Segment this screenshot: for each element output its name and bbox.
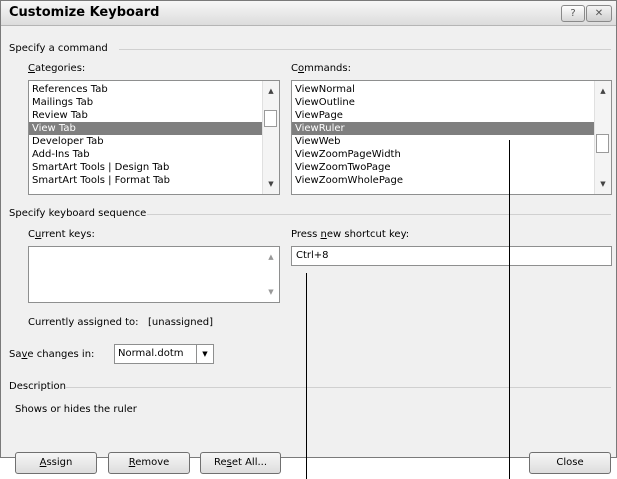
- list-item[interactable]: SmartArt Tools | Format Tab: [29, 174, 279, 187]
- list-item[interactable]: ViewRuler: [292, 122, 611, 135]
- save-changes-select[interactable]: Normal.dotm ▼: [114, 344, 214, 364]
- list-item[interactable]: SmartArt Tools | Design Tab: [29, 161, 279, 174]
- list-item[interactable]: ViewNormal: [292, 83, 611, 96]
- group-divider: [147, 214, 611, 215]
- list-item[interactable]: ViewZoomWholePage: [292, 174, 611, 187]
- list-item[interactable]: ViewPage: [292, 109, 611, 122]
- categories-listbox[interactable]: References Tab Mailings Tab Review Tab View…: [28, 80, 280, 195]
- group-divider: [119, 49, 611, 50]
- list-item[interactable]: ViewWeb: [292, 135, 611, 148]
- assigned-to-value: [unassigned]: [148, 317, 213, 328]
- scroll-up-arrow-icon[interactable]: ▲: [263, 83, 279, 99]
- scroll-down-arrow-icon[interactable]: ▼: [263, 284, 279, 300]
- close-window-button[interactable]: ✕: [586, 5, 612, 22]
- customize-keyboard-dialog: Customize Keyboard ? ✕ Specify a command…: [0, 0, 617, 474]
- save-changes-label: Save changes in:: [9, 349, 95, 360]
- description-label: Description: [9, 381, 66, 392]
- list-item[interactable]: ViewOutline: [292, 96, 611, 109]
- remove-button[interactable]: Remove: [108, 452, 190, 474]
- callout-line: [509, 140, 510, 479]
- assigned-to-label: Currently assigned to:: [28, 317, 139, 328]
- help-button[interactable]: ?: [561, 5, 585, 22]
- scroll-up-arrow-icon[interactable]: ▲: [263, 249, 279, 265]
- scroll-thumb[interactable]: [264, 110, 277, 127]
- list-item[interactable]: Mailings Tab: [29, 96, 279, 109]
- scroll-thumb[interactable]: [596, 134, 609, 153]
- reset-all-button[interactable]: Reset All...: [200, 452, 281, 474]
- list-item[interactable]: Review Tab: [29, 109, 279, 122]
- save-changes-value: Normal.dotm: [118, 348, 184, 359]
- help-icon: ?: [570, 8, 576, 19]
- commands-scrollbar[interactable]: ▲ ▼: [594, 81, 611, 194]
- categories-scrollbar[interactable]: ▲ ▼: [262, 81, 279, 194]
- keyboard-sequence-label: Specify keyboard sequence: [9, 208, 147, 219]
- new-shortcut-input[interactable]: Ctrl+8: [291, 246, 612, 266]
- callout-line: [306, 273, 307, 479]
- current-keys-scrollbar[interactable]: ▲ ▼: [263, 247, 279, 302]
- current-keys-listbox[interactable]: ▲ ▼: [28, 246, 280, 303]
- description-text: Shows or hides the ruler: [15, 404, 137, 415]
- commands-listbox[interactable]: ViewNormal ViewOutline ViewPage ViewRuler Vi…: [291, 80, 612, 195]
- specify-command-label: Specify a command: [9, 43, 108, 54]
- current-keys-label: Current keys:: [28, 229, 95, 240]
- list-item[interactable]: Developer Tab: [29, 135, 279, 148]
- categories-label: Categories:: [28, 63, 86, 74]
- categories-items: References Tab Mailings Tab Review Tab View…: [29, 81, 279, 187]
- list-item[interactable]: References Tab: [29, 83, 279, 96]
- list-item[interactable]: ViewZoomTwoPage: [292, 161, 611, 174]
- scroll-down-arrow-icon[interactable]: ▼: [595, 176, 611, 192]
- list-item[interactable]: View Tab: [29, 122, 279, 135]
- new-shortcut-label: Press new shortcut key:: [291, 229, 410, 240]
- dialog-title: Customize Keyboard: [9, 5, 160, 20]
- scroll-down-arrow-icon[interactable]: ▼: [263, 176, 279, 192]
- commands-items: ViewNormal ViewOutline ViewPage ViewRuler Vi…: [292, 81, 611, 187]
- list-item[interactable]: ViewZoomPageWidth: [292, 148, 611, 161]
- list-item[interactable]: Add-Ins Tab: [29, 148, 279, 161]
- close-icon: ✕: [594, 8, 604, 19]
- commands-label: Commands:: [291, 63, 351, 74]
- chevron-down-icon[interactable]: ▼: [196, 345, 213, 363]
- scroll-up-arrow-icon[interactable]: ▲: [595, 83, 611, 99]
- title-bar: Customize Keyboard ? ✕: [1, 1, 616, 26]
- group-divider: [65, 387, 611, 388]
- assign-button[interactable]: Assign: [15, 452, 97, 474]
- close-button[interactable]: Close: [529, 452, 611, 474]
